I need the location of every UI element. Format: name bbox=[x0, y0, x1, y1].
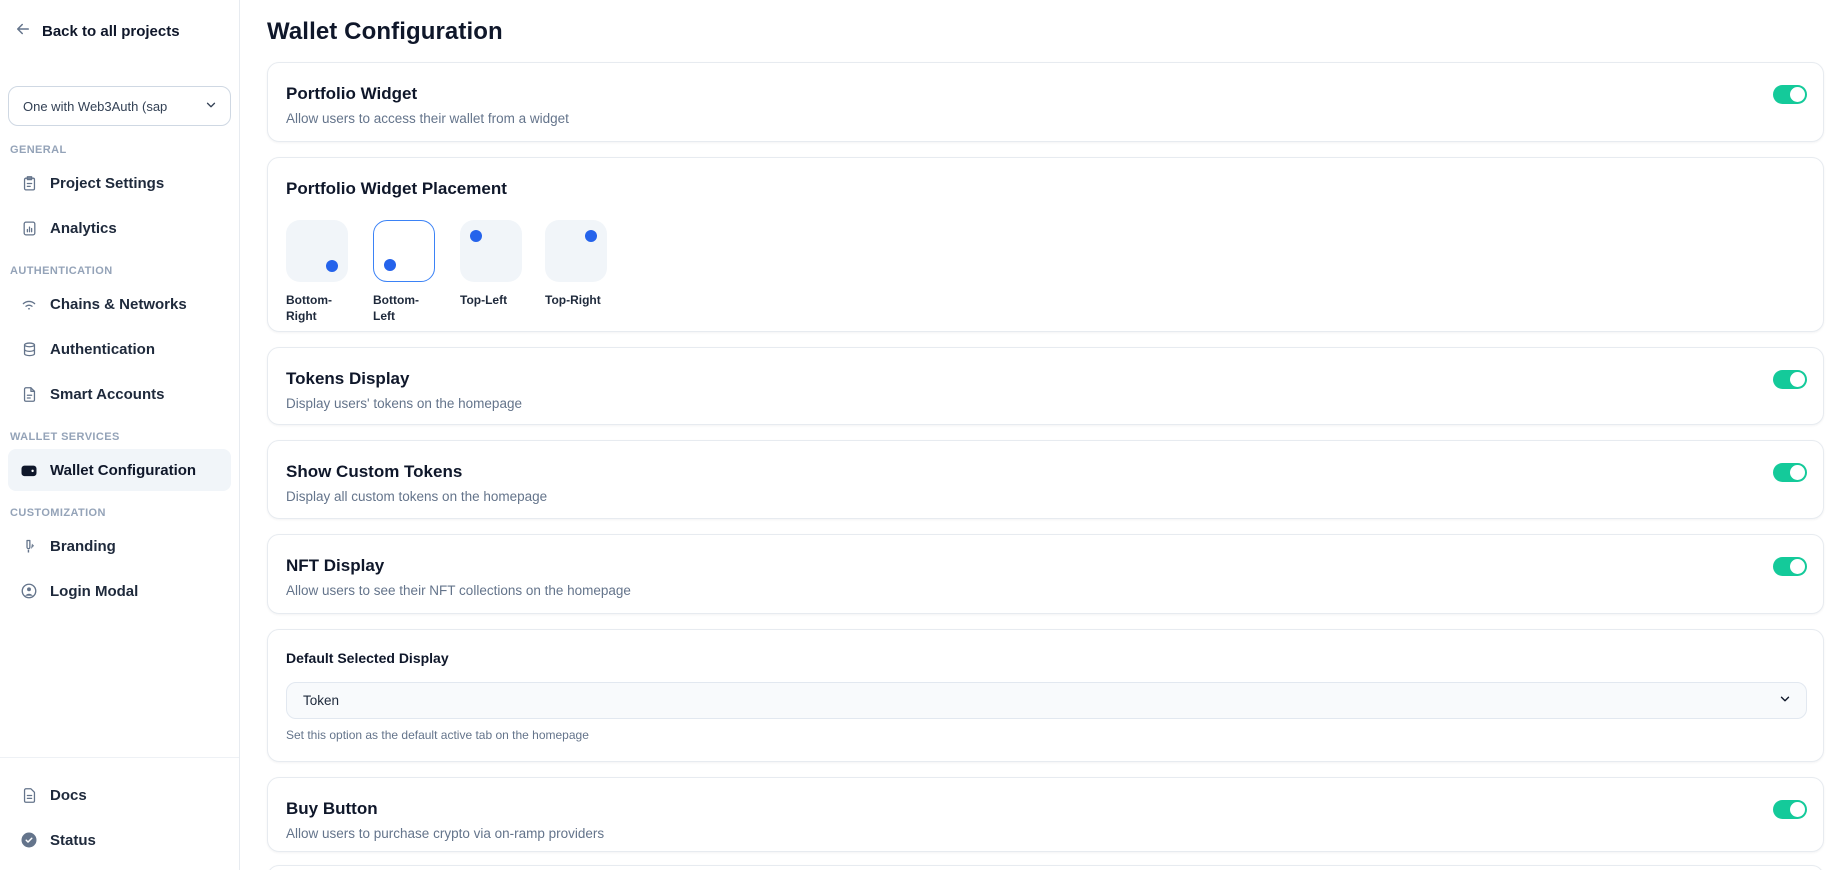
buy-button-card: Buy Button Allow users to purchase crypt… bbox=[267, 777, 1824, 852]
placement-label: Top-Right bbox=[545, 292, 607, 308]
buy-button-toggle[interactable] bbox=[1773, 800, 1807, 819]
placement-option-top-left[interactable]: Top-Left bbox=[460, 220, 522, 324]
toggle-knob bbox=[1790, 372, 1805, 387]
card-description: Allow users to access their wallet from … bbox=[286, 111, 569, 126]
nft-display-toggle[interactable] bbox=[1773, 557, 1807, 576]
card-description: Allow users to purchase crypto via on-ra… bbox=[286, 826, 604, 841]
placement-option-bottom-left[interactable]: Bottom-Left bbox=[373, 220, 437, 324]
card-title: Portfolio Widget bbox=[286, 83, 569, 105]
section-label-general: GENERAL bbox=[10, 144, 231, 156]
section-label-wallet-services: WALLET SERVICES bbox=[10, 431, 231, 443]
sidebar-item-label: Wallet Configuration bbox=[50, 462, 196, 479]
arrow-left-icon bbox=[14, 20, 32, 42]
chevron-down-icon bbox=[1778, 692, 1792, 709]
show-custom-tokens-toggle[interactable] bbox=[1773, 463, 1807, 482]
section-label-authentication: AUTHENTICATION bbox=[10, 265, 231, 277]
sidebar-item-docs[interactable]: Docs bbox=[8, 774, 231, 816]
default-display-select[interactable]: Token bbox=[286, 682, 1807, 719]
placement-options: Bottom-Right Bottom-Left Top-Left Top-Ri… bbox=[286, 220, 1807, 324]
portfolio-widget-toggle[interactable] bbox=[1773, 85, 1807, 104]
tokens-display-card: Tokens Display Display users' tokens on … bbox=[267, 347, 1824, 425]
page-title: Wallet Configuration bbox=[267, 18, 1824, 46]
sidebar-nav: GENERAL Project Settings Analytics AUTHE… bbox=[0, 128, 239, 615]
toggle-knob bbox=[1790, 87, 1805, 102]
field-label: Default Selected Display bbox=[286, 650, 1807, 666]
toggle-knob bbox=[1790, 559, 1805, 574]
sidebar-item-smart-accounts[interactable]: Smart Accounts bbox=[8, 373, 231, 415]
sidebar-item-label: Smart Accounts bbox=[50, 386, 164, 403]
chevron-down-icon bbox=[204, 98, 218, 115]
placement-label: Top-Left bbox=[460, 292, 522, 308]
sidebar-item-label: Analytics bbox=[50, 220, 117, 237]
main-content: Wallet Configuration Portfolio Widget Al… bbox=[240, 0, 1840, 870]
portfolio-widget-placement-card: Portfolio Widget Placement Bottom-Right … bbox=[267, 157, 1824, 332]
show-custom-tokens-card: Show Custom Tokens Display all custom to… bbox=[267, 440, 1824, 519]
placement-dot bbox=[585, 230, 597, 242]
sidebar-item-label: Login Modal bbox=[50, 583, 138, 600]
sidebar-item-project-settings[interactable]: Project Settings bbox=[8, 162, 231, 204]
placement-preview-bottom-right bbox=[286, 220, 348, 282]
placement-label: Bottom-Left bbox=[373, 292, 437, 324]
card-description: Display all custom tokens on the homepag… bbox=[286, 489, 547, 504]
card-title: Buy Button bbox=[286, 798, 604, 820]
placement-preview-bottom-left bbox=[373, 220, 435, 282]
sidebar-item-login-modal[interactable]: Login Modal bbox=[8, 570, 231, 612]
sidebar-item-label: Chains & Networks bbox=[50, 296, 187, 313]
card-title: Tokens Display bbox=[286, 368, 522, 390]
placement-option-top-right[interactable]: Top-Right bbox=[545, 220, 607, 324]
field-helper-text: Set this option as the default active ta… bbox=[286, 728, 1807, 742]
sidebar-item-authentication[interactable]: Authentication bbox=[8, 328, 231, 370]
placement-preview-top-right bbox=[545, 220, 607, 282]
placement-preview-top-left bbox=[460, 220, 522, 282]
card-title: NFT Display bbox=[286, 555, 631, 577]
sidebar-item-label: Docs bbox=[50, 787, 87, 804]
nft-display-card: NFT Display Allow users to see their NFT… bbox=[267, 534, 1824, 614]
placement-label: Bottom-Right bbox=[286, 292, 350, 324]
sidebar-item-label: Authentication bbox=[50, 341, 155, 358]
user-circle-icon bbox=[20, 582, 38, 600]
sidebar-item-chains-networks[interactable]: Chains & Networks bbox=[8, 283, 231, 325]
file-icon bbox=[20, 385, 38, 403]
database-icon bbox=[20, 340, 38, 358]
back-to-projects-link[interactable]: Back to all projects bbox=[14, 20, 225, 42]
back-label: Back to all projects bbox=[42, 23, 180, 40]
placement-option-bottom-right[interactable]: Bottom-Right bbox=[286, 220, 350, 324]
sidebar-item-label: Project Settings bbox=[50, 175, 164, 192]
card-title: Portfolio Widget Placement bbox=[286, 178, 1807, 200]
toggle-knob bbox=[1790, 465, 1805, 480]
sidebar-footer: Docs Status bbox=[0, 757, 239, 870]
sidebar-item-label: Status bbox=[50, 832, 96, 849]
brush-icon bbox=[20, 537, 38, 555]
sidebar-item-status[interactable]: Status bbox=[8, 819, 231, 861]
card-description: Display users' tokens on the homepage bbox=[286, 396, 522, 411]
partial-card bbox=[267, 865, 1824, 870]
toggle-knob bbox=[1790, 802, 1805, 817]
docs-icon bbox=[20, 786, 38, 804]
clipboard-icon bbox=[20, 174, 38, 192]
sidebar: Back to all projects One with Web3Auth (… bbox=[0, 0, 240, 870]
sidebar-item-label: Branding bbox=[50, 538, 116, 555]
section-label-customization: CUSTOMIZATION bbox=[10, 507, 231, 519]
card-title: Show Custom Tokens bbox=[286, 461, 547, 483]
card-description: Allow users to see their NFT collections… bbox=[286, 583, 631, 598]
sidebar-item-analytics[interactable]: Analytics bbox=[8, 207, 231, 249]
project-selector-value: One with Web3Auth (sap bbox=[23, 99, 167, 114]
placement-dot bbox=[470, 230, 482, 242]
analytics-icon bbox=[20, 219, 38, 237]
status-check-icon bbox=[20, 831, 38, 849]
tokens-display-toggle[interactable] bbox=[1773, 370, 1807, 389]
network-icon bbox=[20, 295, 38, 313]
default-selected-display-card: Default Selected Display Token Set this … bbox=[267, 629, 1824, 762]
sidebar-item-wallet-configuration[interactable]: Wallet Configuration bbox=[8, 449, 231, 491]
sidebar-item-branding[interactable]: Branding bbox=[8, 525, 231, 567]
select-value: Token bbox=[303, 693, 339, 708]
placement-dot bbox=[326, 260, 338, 272]
placement-dot bbox=[384, 259, 396, 271]
portfolio-widget-card: Portfolio Widget Allow users to access t… bbox=[267, 62, 1824, 142]
project-selector-dropdown[interactable]: One with Web3Auth (sap bbox=[8, 86, 231, 126]
wallet-icon bbox=[20, 461, 38, 479]
